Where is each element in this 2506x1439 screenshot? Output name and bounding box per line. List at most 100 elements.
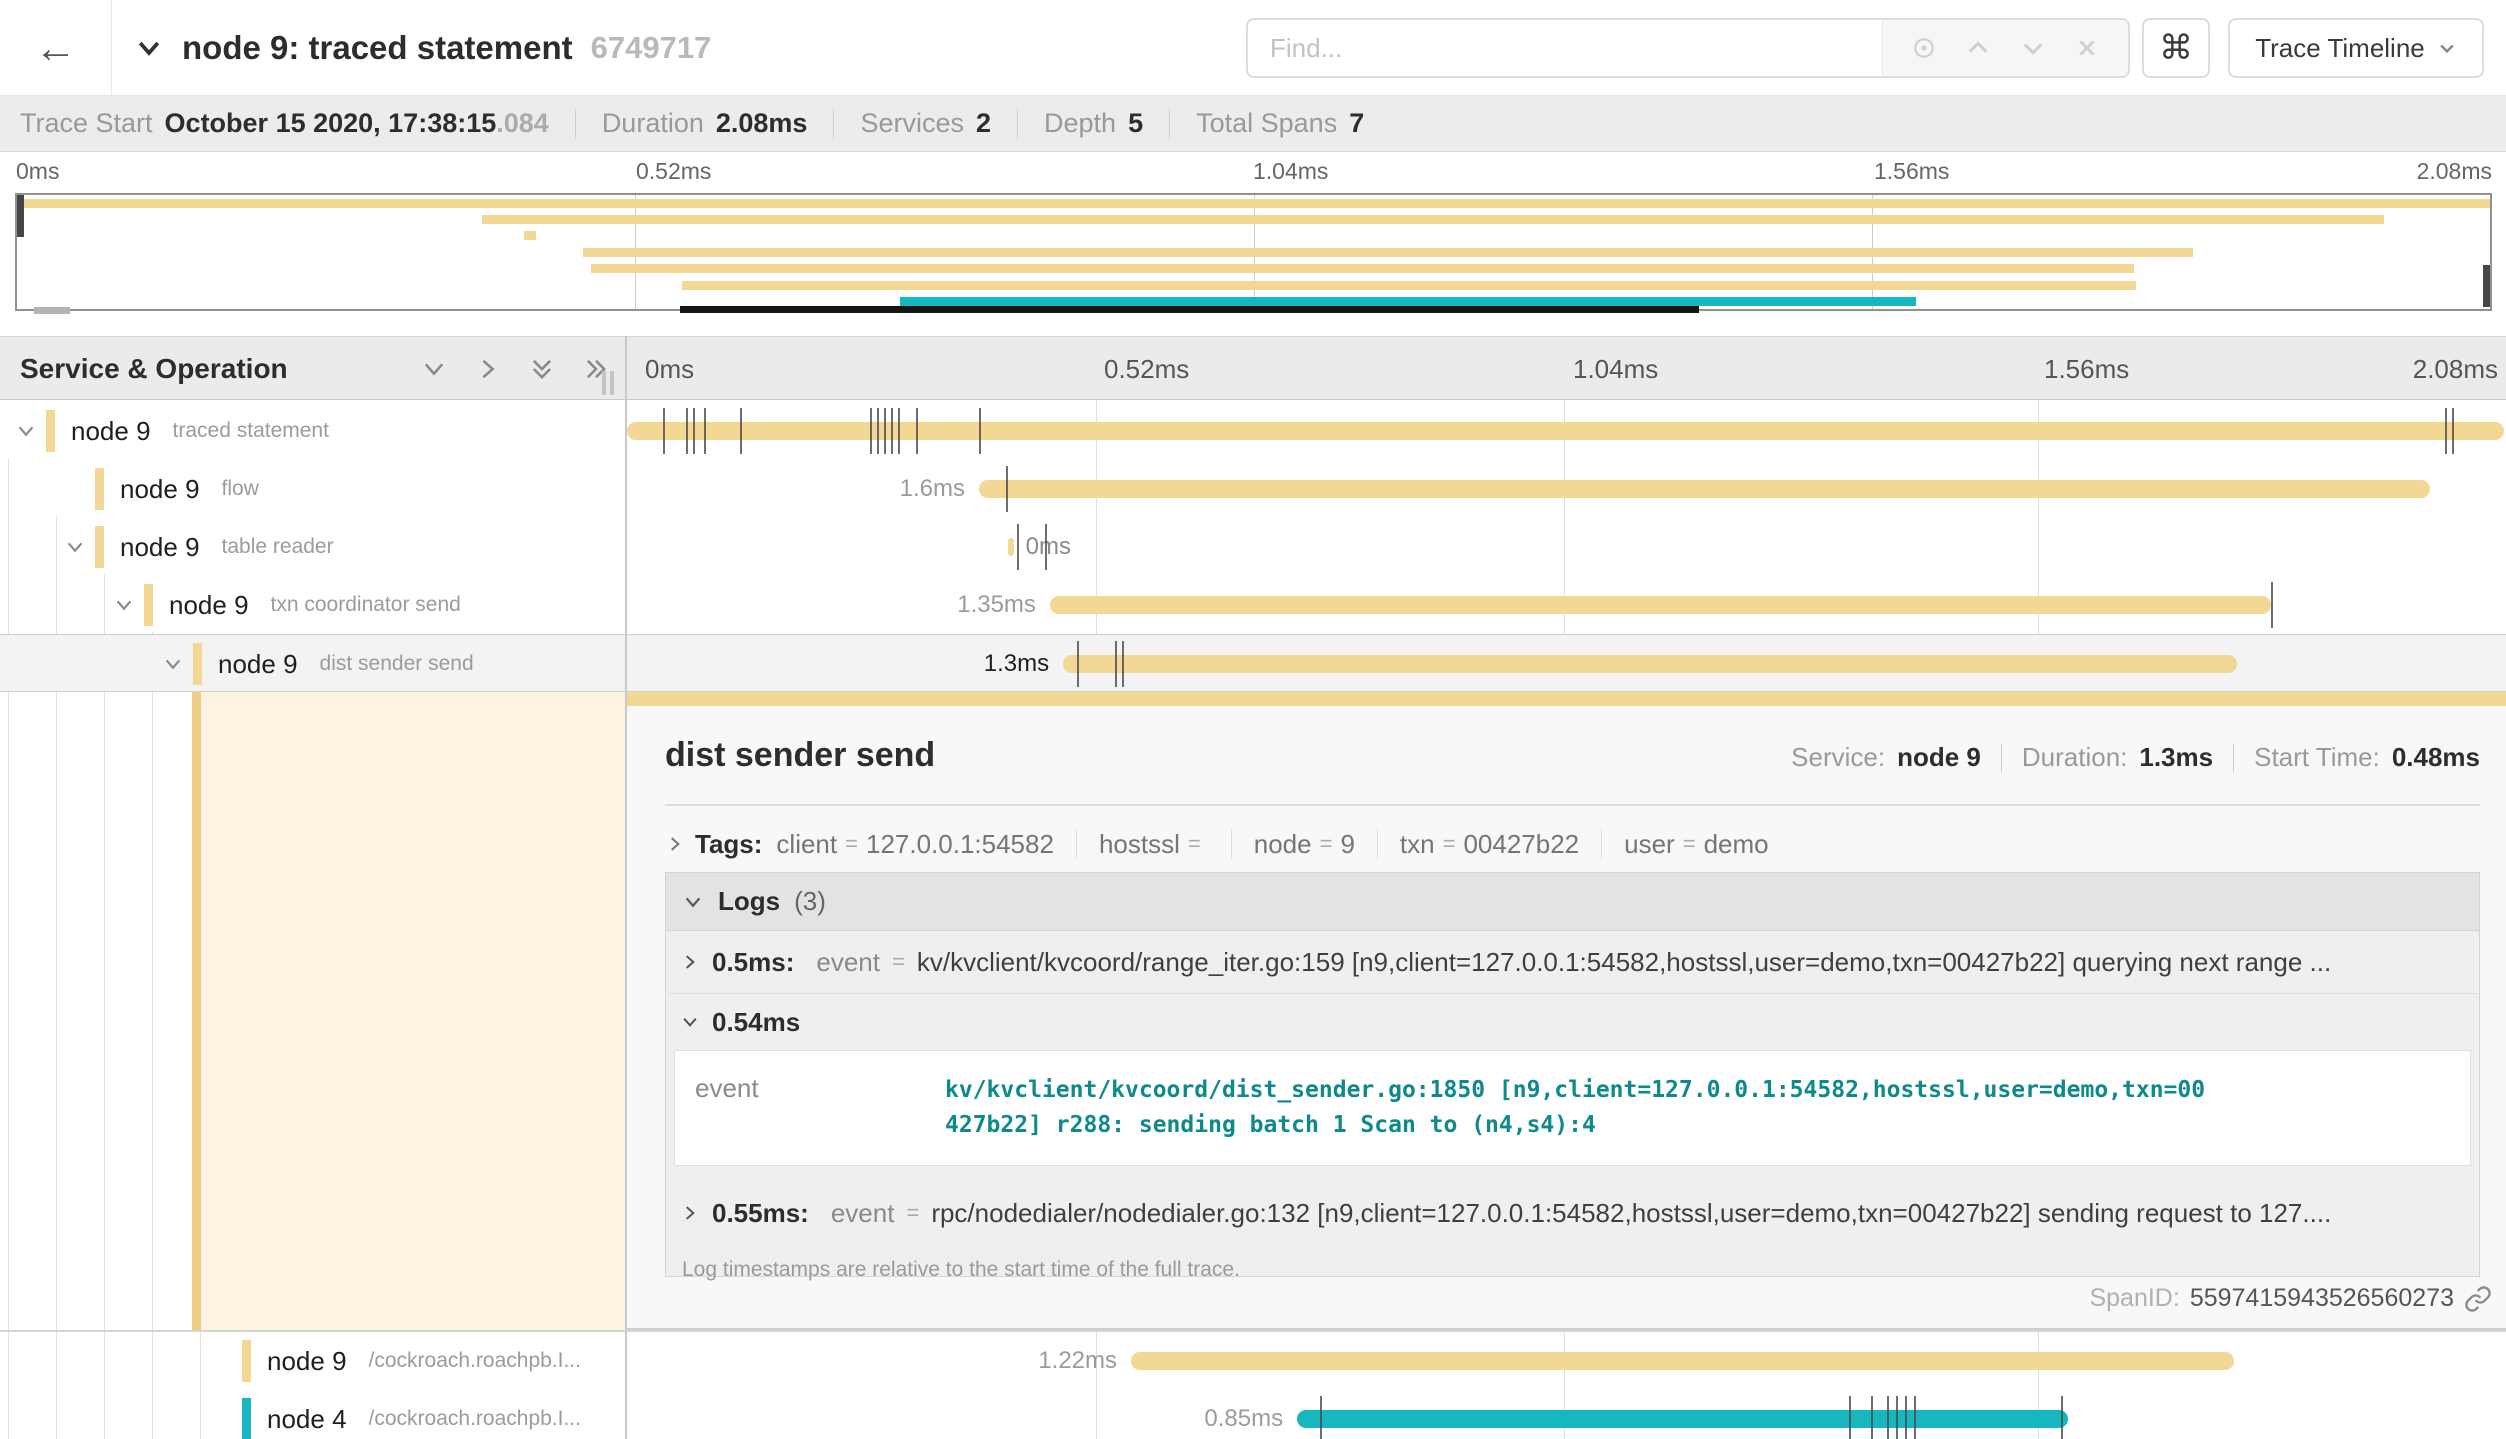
minimap-span-bar: [482, 215, 2384, 224]
services-value: 2: [976, 108, 991, 139]
operation-name: /cockroach.roachpb.I...: [369, 1407, 581, 1431]
minimap-span-bar: [682, 281, 2136, 290]
tag-item: client=127.0.0.1:54582: [776, 829, 1054, 860]
detail-title: dist sender send: [665, 736, 935, 775]
find-prev-icon[interactable]: [1964, 34, 1992, 62]
minimap-viewport-bar[interactable]: [680, 306, 1699, 313]
span-bar[interactable]: [627, 422, 2504, 440]
minimap-span-bar: [591, 264, 2134, 273]
minimap-right-handle[interactable]: [2483, 265, 2490, 307]
tags-label: Tags:: [695, 829, 762, 860]
span-bar[interactable]: [1131, 1352, 2234, 1370]
trace-minimap[interactable]: [15, 193, 2492, 311]
depth-label: Depth: [1044, 108, 1116, 139]
log-row-2-toggle[interactable]: 0.54ms: [666, 994, 2479, 1050]
service-name: node 4: [267, 1404, 347, 1435]
log-tick-mark: [1849, 1396, 1851, 1439]
chevron-down-icon: [134, 33, 164, 63]
service-name: node 9: [120, 532, 200, 563]
find-box: [1246, 18, 2130, 78]
chevron-right-icon: [680, 1203, 700, 1223]
link-icon[interactable]: [2464, 1285, 2492, 1313]
span-row-node4-rpc[interactable]: node 4 /cockroach.roachpb.I... 0.85ms: [0, 1390, 2506, 1439]
span-expander[interactable]: [63, 536, 87, 558]
trace-timeline-page: ← node 9: traced statement 6749717: [0, 0, 2506, 1439]
log-row-1[interactable]: 0.5ms: event = kv/kvclient/kvcoord/range…: [666, 931, 2479, 993]
log-key: event: [695, 1073, 945, 1143]
trace-title-expander[interactable]: [134, 33, 164, 63]
span-duration-label: 1.6ms: [900, 475, 965, 503]
log-tick-mark: [704, 408, 706, 454]
operation-name: /cockroach.roachpb.I...: [369, 1349, 581, 1373]
span-row-flow[interactable]: node 9 flow 1.6ms: [0, 460, 2506, 518]
service-name: node 9: [71, 416, 151, 447]
span-bar[interactable]: [1050, 596, 2271, 614]
duration-label: Duration: [602, 108, 704, 139]
log-key: event: [816, 947, 880, 978]
service-operation-title: Service & Operation: [20, 337, 288, 401]
log-tick-mark: [1905, 1396, 1907, 1439]
log-tick-mark: [1045, 524, 1047, 570]
log-tick-mark: [891, 408, 893, 454]
find-input[interactable]: [1248, 20, 1882, 76]
service-name: node 9: [120, 474, 200, 505]
log-time: 0.55ms:: [712, 1198, 809, 1229]
log-tick-mark: [1115, 641, 1117, 687]
span-bar[interactable]: [1008, 538, 1014, 556]
span-expander[interactable]: [161, 653, 185, 675]
service-color-strip: [95, 526, 104, 568]
span-bar[interactable]: [1297, 1410, 2068, 1428]
span-duration-label: 1.35ms: [957, 591, 1036, 619]
minimap-tick: 2.08ms: [2417, 158, 2492, 185]
log-value: rpc/nodedialer/nodedialer.go:132 [n9,cli…: [931, 1198, 2331, 1229]
operation-name: table reader: [222, 535, 334, 559]
log-time: 0.5ms:: [712, 947, 794, 978]
span-bar[interactable]: [1063, 655, 2237, 673]
collapse-one-icon[interactable]: [420, 355, 448, 383]
span-row-table-reader[interactable]: node 9 table reader 0ms: [0, 518, 2506, 576]
top-header: ← node 9: traced statement 6749717: [0, 0, 2506, 96]
service-name: node 9: [267, 1346, 347, 1377]
match-case-icon[interactable]: [1911, 35, 1937, 61]
span-expander[interactable]: [14, 420, 38, 442]
columns-header: Service & Operation 0ms 0.52ms 1.04ms 1.…: [0, 336, 2506, 400]
logs-toggle[interactable]: Logs (3): [666, 873, 2479, 931]
span-duration-label: 1.3ms: [984, 650, 1049, 678]
log-tick-mark: [693, 408, 695, 454]
minimap-left-handle[interactable]: [17, 195, 24, 237]
span-timeline: 1.3ms: [625, 635, 2506, 693]
chevron-down-icon: [2437, 38, 2457, 58]
service-color-strip: [144, 584, 153, 626]
find-next-icon[interactable]: [2019, 34, 2047, 62]
log-key: event: [831, 1198, 895, 1229]
back-arrow-icon: ←: [35, 24, 77, 72]
log-row-3[interactable]: 0.55ms: event = rpc/nodedialer/nodediale…: [666, 1182, 2479, 1244]
span-bar[interactable]: [979, 480, 2430, 498]
minimap-scrub-segment[interactable]: [34, 307, 70, 314]
logs-count: (3): [794, 886, 826, 917]
tags-toggle[interactable]: Tags: client=127.0.0.1:54582 hostssl= no…: [665, 822, 1769, 866]
collapse-all-icon[interactable]: [528, 355, 556, 383]
span-expander[interactable]: [112, 594, 136, 616]
clear-find-icon[interactable]: [2074, 35, 2100, 61]
minimap-tick: 0ms: [16, 158, 59, 185]
minimap-span-bar: [17, 199, 2490, 208]
span-row-traced-statement[interactable]: node 9 traced statement: [0, 402, 2506, 460]
minimap-axis: 0ms 0.52ms 1.04ms 1.56ms 2.08ms: [0, 158, 2506, 190]
span-row-txn-coordinator-send[interactable]: node 9 txn coordinator send 1.35ms: [0, 576, 2506, 634]
log-tick-mark: [663, 408, 665, 454]
log-tick-mark: [1017, 524, 1019, 570]
back-button[interactable]: ←: [0, 0, 112, 96]
span-row-dist-sender-send[interactable]: node 9 dist sender send 1.3ms: [0, 634, 2506, 692]
view-select[interactable]: Trace Timeline: [2228, 18, 2484, 78]
operation-name: txn coordinator send: [271, 593, 461, 617]
keyboard-shortcuts-button[interactable]: ⌘: [2142, 18, 2210, 78]
span-row-node9-rpc[interactable]: node 9 /cockroach.roachpb.I... 1.22ms: [0, 1332, 2506, 1390]
divider: [665, 804, 2480, 806]
log-tick-mark: [2061, 1396, 2063, 1439]
expand-one-icon[interactable]: [474, 355, 502, 383]
log-tick-mark: [686, 408, 688, 454]
axis-tick: 0ms: [645, 354, 694, 385]
column-resize-handle[interactable]: [602, 371, 614, 395]
trace-start-value: October 15 2020, 17:38:15: [165, 108, 497, 139]
